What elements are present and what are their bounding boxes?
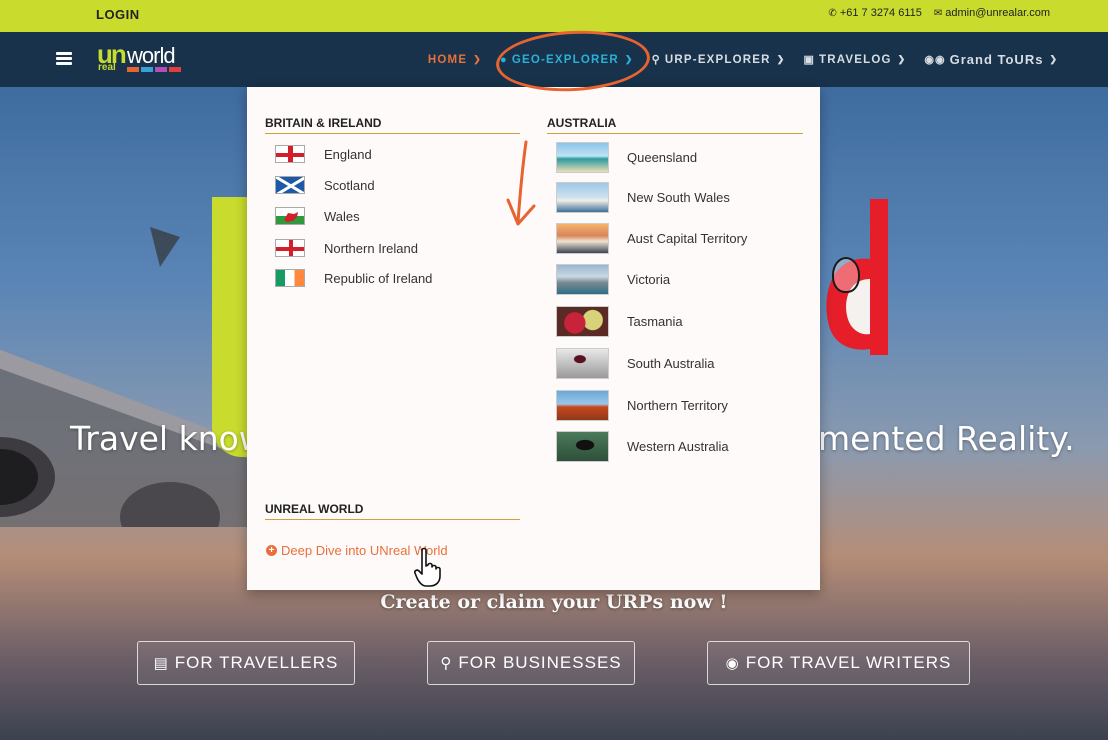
- region-new-south-wales-label: New South Wales: [627, 190, 730, 205]
- region-wales[interactable]: Wales: [275, 207, 360, 225]
- nav-travelog-label: TRAVELOG: [819, 53, 892, 66]
- tasmania-thumbnail: [556, 306, 609, 337]
- plus-circle-icon: +: [266, 545, 277, 556]
- western-australia-thumbnail: [556, 431, 609, 462]
- briefcase-icon: ▤: [153, 655, 169, 672]
- region-northern-territory[interactable]: Northern Territory: [556, 390, 728, 421]
- region-england[interactable]: England: [275, 145, 372, 163]
- region-wales-label: Wales: [324, 208, 360, 224]
- region-victoria-label: Victoria: [627, 272, 671, 287]
- logo-world: world: [127, 43, 176, 68]
- region-scotland-label: Scotland: [324, 177, 375, 193]
- aust-capital-territory-thumbnail: [556, 223, 609, 254]
- britain-ireland-heading: BRITAIN & IRELAND: [265, 116, 520, 134]
- region-queensland-label: Queensland: [627, 150, 698, 165]
- contact-info: ✆ +61 7 3274 6115 ✉ admin@unrealar.com: [828, 7, 1050, 19]
- england-flag-icon: [275, 145, 305, 163]
- region-northern-ireland[interactable]: Northern Ireland: [275, 239, 418, 257]
- logo-real: real: [98, 62, 116, 73]
- ireland-flag-icon: [275, 269, 305, 287]
- id-badge-icon: ▣: [803, 54, 816, 66]
- logo-color-stripes: [127, 67, 181, 72]
- region-republic-of-ireland-label: Republic of Ireland: [324, 270, 433, 286]
- phone-text: +61 7 3274 6115: [839, 7, 922, 19]
- northern-territory-thumbnail: [556, 390, 609, 421]
- region-victoria[interactable]: Victoria: [556, 264, 670, 295]
- hot-air-balloon-icon: [832, 257, 860, 293]
- hand-pointer-cursor-icon: [414, 547, 441, 587]
- hero-tagline-left: Travel know: [70, 419, 266, 458]
- map-marker-icon: ⚲: [651, 54, 661, 66]
- for-travel-writers-label: FOR TRAVEL WRITERS: [745, 653, 952, 672]
- hero-tagline-right: mented Reality.: [818, 419, 1075, 458]
- nav-home-label: HOME: [427, 53, 468, 66]
- cta-title: Create or claim your URPs now !: [380, 591, 728, 613]
- phone-item[interactable]: ✆ +61 7 3274 6115: [828, 7, 921, 19]
- chevron-down-icon: ❯: [897, 54, 907, 64]
- nav-urp-explorer[interactable]: ⚲ URP-EXPLORER ❯: [651, 53, 786, 67]
- region-england-label: England: [324, 146, 372, 162]
- nav-grand-tours-label: Grand ToURs: [949, 52, 1044, 67]
- for-travellers-button[interactable]: ▤ FOR TRAVELLERS: [137, 641, 355, 685]
- region-aust-capital-territory[interactable]: Aust Capital Territory: [556, 223, 747, 254]
- unreal-world-heading: UNREAL WORLD: [265, 502, 520, 520]
- login-link[interactable]: LOGIN: [96, 7, 140, 22]
- motorcycle-icon: ◉◉: [924, 54, 946, 66]
- annotation-arrow-icon: [506, 140, 536, 226]
- wales-flag-icon: [275, 207, 305, 225]
- nav-home[interactable]: HOME ❯: [428, 54, 482, 66]
- nav-grand-tours[interactable]: ◉◉ Grand ToURs ❯: [924, 52, 1058, 67]
- nav-travelog[interactable]: ▣ TRAVELOG ❯: [803, 53, 907, 67]
- email-item[interactable]: ✉ admin@unrealar.com: [934, 7, 1050, 19]
- top-bar: LOGIN ✆ +61 7 3274 6115 ✉ admin@unrealar.c…: [0, 0, 1108, 32]
- victoria-thumbnail: [556, 264, 609, 295]
- map-marker-icon: ⚲: [440, 655, 453, 672]
- envelope-icon: ✉: [933, 8, 943, 19]
- region-tasmania-label: Tasmania: [627, 314, 683, 329]
- email-text: admin@unrealar.com: [945, 7, 1050, 19]
- australia-heading: AUSTRALIA: [547, 116, 803, 134]
- camera-icon: ◉: [725, 655, 740, 672]
- region-republic-of-ireland[interactable]: Republic of Ireland: [275, 269, 432, 287]
- chevron-down-icon: ❯: [1049, 54, 1058, 64]
- region-south-australia-label: South Australia: [627, 356, 715, 371]
- new-south-wales-thumbnail: [556, 182, 609, 213]
- for-travel-writers-button[interactable]: ◉ FOR TRAVEL WRITERS: [707, 641, 970, 685]
- region-western-australia-label: Western Australia: [627, 439, 729, 454]
- phone-icon: ✆: [828, 8, 837, 19]
- region-northern-ireland-label: Northern Ireland: [324, 240, 418, 256]
- hamburger-menu-icon[interactable]: [56, 52, 72, 65]
- region-northern-territory-label: Northern Territory: [627, 398, 728, 413]
- region-western-australia[interactable]: Western Australia: [556, 431, 729, 462]
- chevron-down-icon: ❯: [473, 54, 482, 64]
- region-queensland[interactable]: Queensland: [556, 142, 697, 173]
- for-businesses-button[interactable]: ⚲ FOR BUSINESSES: [427, 641, 635, 685]
- region-scotland[interactable]: Scotland: [275, 176, 375, 194]
- region-south-australia[interactable]: South Australia: [556, 348, 714, 379]
- region-aust-capital-territory-label: Aust Capital Territory: [627, 231, 748, 246]
- region-new-south-wales[interactable]: New South Wales: [556, 182, 730, 213]
- northern-ireland-flag-icon: [275, 239, 305, 257]
- for-travellers-label: FOR TRAVELLERS: [174, 653, 339, 672]
- chevron-down-icon: ❯: [776, 54, 786, 64]
- region-tasmania[interactable]: Tasmania: [556, 306, 683, 337]
- for-businesses-label: FOR BUSINESSES: [458, 653, 622, 672]
- scotland-flag-icon: [275, 176, 305, 194]
- queensland-thumbnail: [556, 142, 609, 173]
- nav-urp-explorer-label: URP-EXPLORER: [664, 53, 771, 66]
- unrealworld-logo[interactable]: un world real: [97, 39, 193, 75]
- south-australia-thumbnail: [556, 348, 609, 379]
